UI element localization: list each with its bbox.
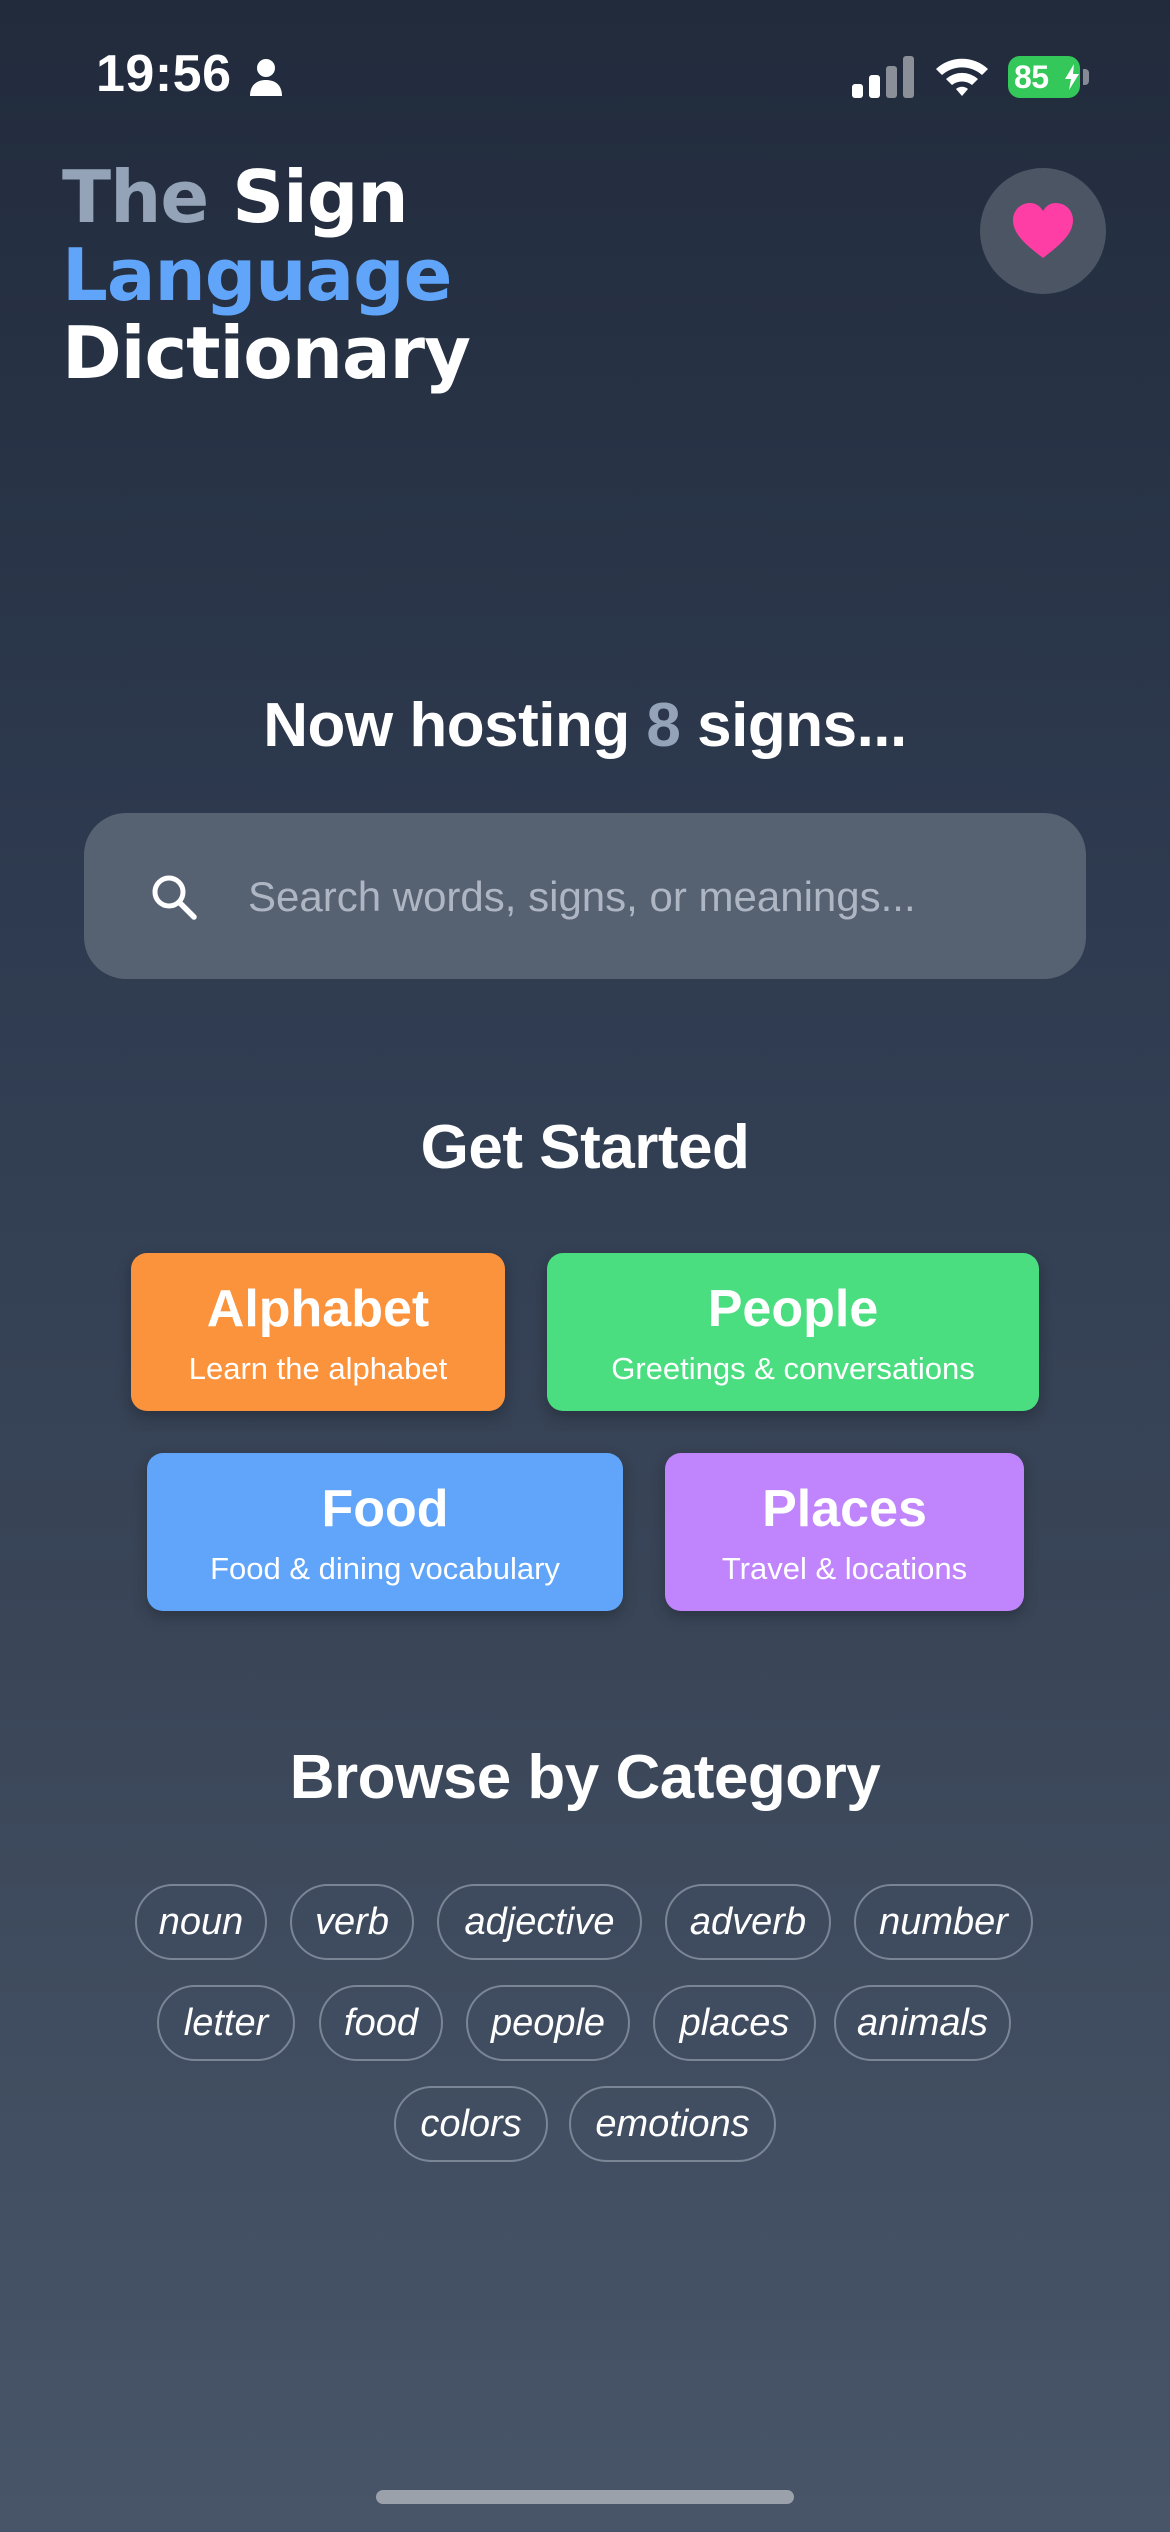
card-subtitle: Travel & locations [721, 1551, 968, 1586]
person-icon [250, 59, 282, 96]
tag-number[interactable]: number [854, 1884, 1033, 1960]
status-time: 19:56 [96, 45, 232, 103]
title-word-language: Language [62, 233, 452, 317]
tag-emotions[interactable]: emotions [569, 2086, 776, 2162]
title-word-the: The [62, 155, 209, 239]
favorites-button[interactable] [980, 168, 1106, 294]
get-started-title: Get Started [420, 1113, 750, 1182]
tag-animals[interactable]: animals [834, 1985, 1011, 2061]
wifi-icon [936, 58, 988, 96]
hosting-suffix: signs... [680, 691, 907, 760]
battery-percent: 85 [1014, 59, 1049, 95]
title-word-sign: Sign [232, 155, 408, 239]
tag-people[interactable]: people [466, 1985, 630, 2061]
card-places[interactable]: Places Travel & locations [665, 1453, 1024, 1611]
card-alphabet[interactable]: Alphabet Learn the alphabet [131, 1253, 505, 1411]
card-subtitle: Greetings & conversations [611, 1351, 975, 1386]
browse-category-title: Browse by Category [289, 1743, 881, 1812]
card-people[interactable]: People Greetings & conversations [547, 1253, 1039, 1411]
battery-icon: 85 [1008, 56, 1089, 98]
title-word-dictionary: Dictionary [62, 311, 471, 395]
card-title: People [707, 1280, 879, 1338]
card-subtitle: Learn the alphabet [188, 1351, 448, 1386]
card-title: Alphabet [206, 1280, 430, 1338]
search-bar[interactable] [84, 813, 1086, 981]
cellular-signal-icon [852, 56, 914, 98]
card-title: Places [762, 1480, 927, 1538]
tag-noun[interactable]: noun [135, 1884, 267, 1960]
tag-verb[interactable]: verb [290, 1884, 414, 1960]
hosting-heading: Now hosting 8 signs... [0, 690, 1170, 761]
search-icon [152, 875, 197, 920]
card-subtitle: Food & dining vocabulary [210, 1551, 560, 1586]
tag-places[interactable]: places [653, 1985, 816, 2061]
heart-icon [1013, 203, 1073, 258]
app-title: The Sign Language Dictionary [62, 158, 471, 395]
tag-adverb[interactable]: adverb [665, 1884, 831, 1960]
tag-colors[interactable]: colors [394, 2086, 548, 2162]
tag-food[interactable]: food [319, 1985, 443, 2061]
title-line-1: The Sign [62, 158, 470, 236]
hosting-prefix: Now hosting [263, 691, 647, 760]
status-bar: 19:56 85 [0, 0, 1170, 150]
tag-adjective[interactable]: adjective [437, 1884, 642, 1960]
sign-count: 8 [646, 691, 681, 760]
card-food[interactable]: Food Food & dining vocabulary [147, 1453, 623, 1611]
battery-cap [1083, 69, 1089, 85]
card-title: Food [321, 1480, 449, 1538]
search-input[interactable] [246, 813, 1050, 981]
tag-letter[interactable]: letter [157, 1985, 295, 2061]
home-indicator[interactable] [376, 2490, 794, 2504]
charging-bolt-icon [1065, 64, 1079, 90]
